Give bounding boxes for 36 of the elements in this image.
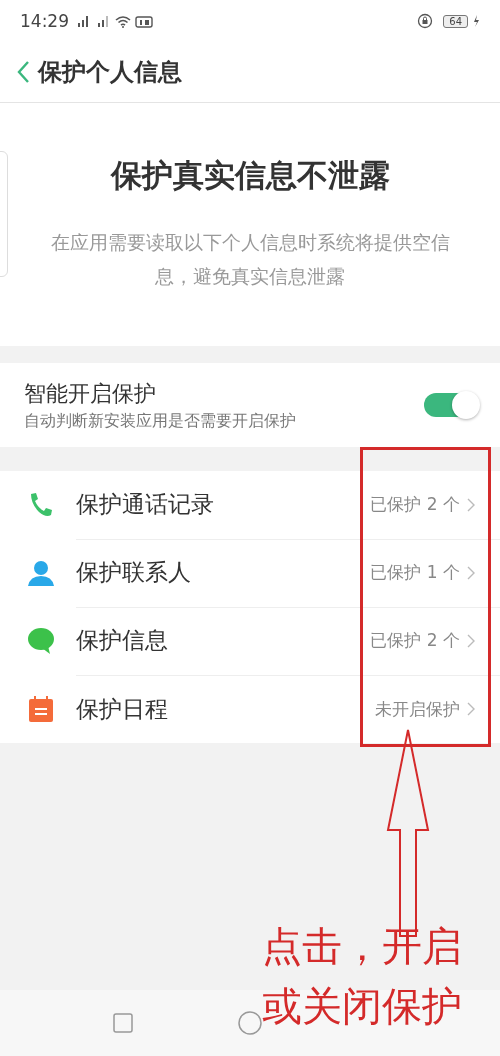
- item-label: 保护信息: [76, 626, 169, 655]
- list-item[interactable]: 保护信息 已保护 2 个: [0, 607, 500, 675]
- chevron-icon: [466, 701, 476, 717]
- item-status: 已保护 2 个: [370, 629, 460, 652]
- recent-apps-icon[interactable]: [111, 1012, 134, 1034]
- list-item[interactable]: 保护通话记录 已保护 2 个: [0, 471, 500, 539]
- person-icon: [26, 558, 56, 588]
- intro-description: 在应用需要读取以下个人信息时系统将提供空信息，避免真实信息泄露: [49, 230, 451, 289]
- item-status: 已保护 2 个: [370, 493, 460, 516]
- item-label: 保护联系人: [76, 558, 192, 587]
- calendar-icon: [26, 694, 56, 724]
- chevron-icon: [466, 564, 476, 581]
- intro-heading: 保护真实信息不泄露: [110, 156, 390, 195]
- chevron-icon: [466, 496, 476, 513]
- lock-rotation-icon: [417, 13, 434, 29]
- list-item[interactable]: 保护日程 未开启保护: [0, 675, 500, 743]
- annotation-text: 或关闭保护: [262, 982, 462, 1031]
- signal-icon: [95, 15, 111, 27]
- signal-icon: [75, 15, 91, 27]
- setting-title: 智能开启保护: [24, 379, 157, 408]
- chevron-icon: [466, 632, 476, 649]
- annotation-text: 点击，开启: [262, 922, 462, 971]
- setting-description: 自动判断新安装应用是否需要开启保护: [24, 410, 297, 432]
- item-label: 保护日程: [76, 694, 169, 724]
- home-icon[interactable]: [237, 1010, 263, 1036]
- battery-level: 64: [443, 14, 468, 28]
- list-item[interactable]: 保护联系人 已保护 1 个: [0, 539, 500, 607]
- chat-bubble-icon: [26, 626, 56, 656]
- item-status: 未开启保护: [375, 697, 460, 721]
- page-title: 保护个人信息: [38, 57, 182, 88]
- back-icon[interactable]: [16, 60, 30, 84]
- item-status: 已保护 1 个: [370, 561, 460, 584]
- item-label: 保护通话记录: [76, 490, 215, 519]
- toggle-switch[interactable]: [424, 393, 478, 417]
- status-time: 14:29: [20, 11, 69, 31]
- wifi-icon: [115, 14, 131, 28]
